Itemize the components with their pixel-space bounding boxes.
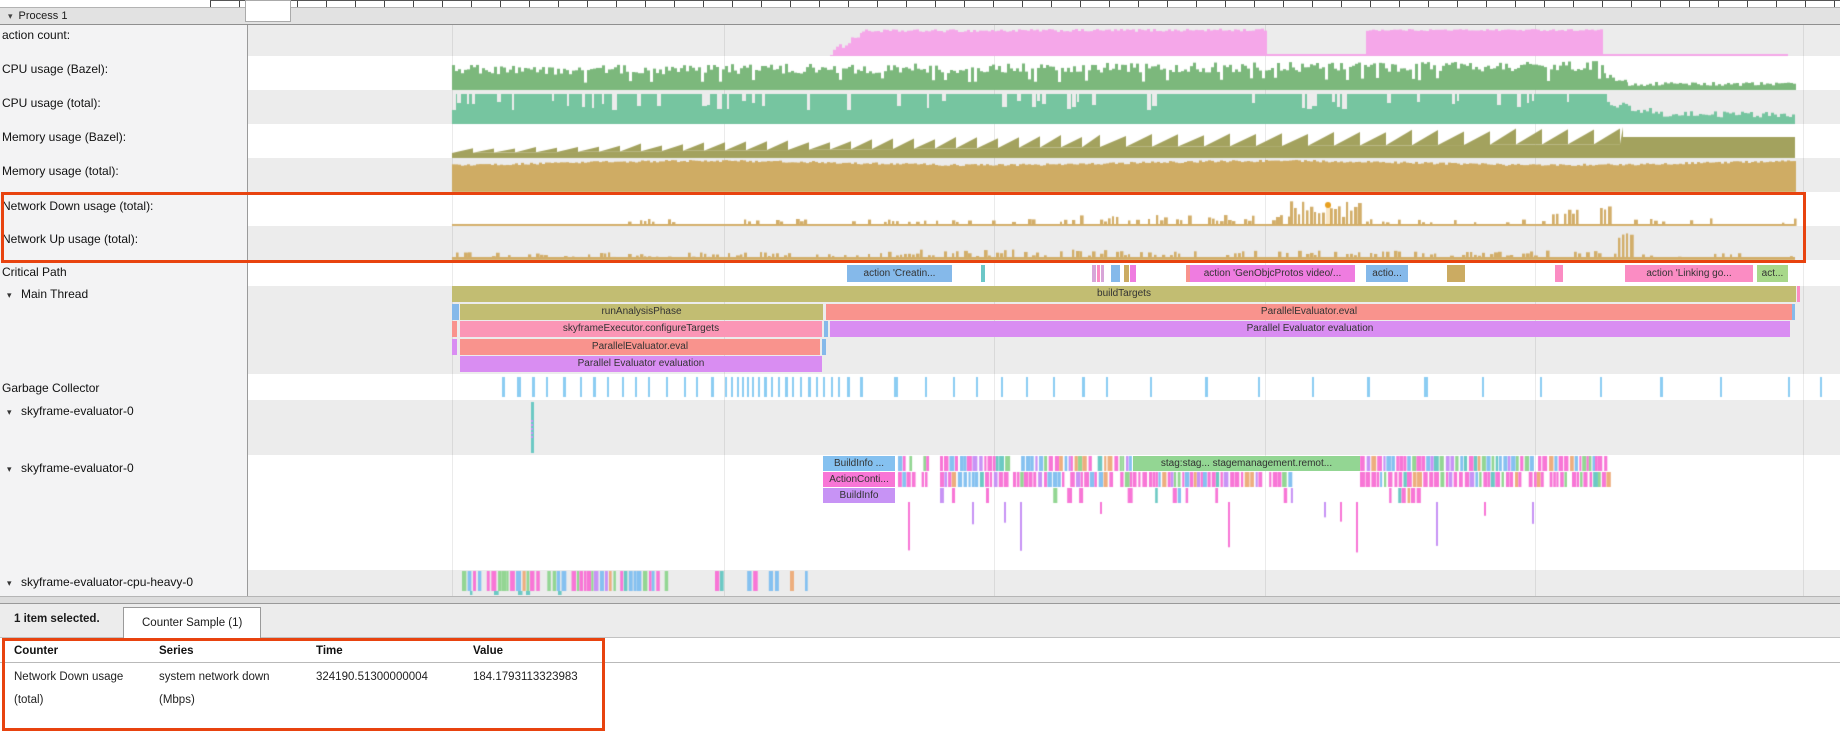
critical-path-block[interactable]: act... [1757, 265, 1788, 282]
track-label-text: Memory usage (total): [2, 164, 119, 178]
critical-path-block[interactable] [1447, 265, 1465, 282]
charts-canvas[interactable] [0, 0, 1840, 742]
flame-slice[interactable]: Parallel Evaluator evaluation [830, 321, 1790, 337]
collapse-arrow-icon[interactable]: ▾ [7, 578, 21, 589]
ruler-corner-box [245, 0, 291, 22]
track-label-cpu-bazel[interactable]: CPU usage (Bazel): [2, 62, 108, 76]
critical-path-block[interactable] [1130, 265, 1136, 282]
flame-slice[interactable]: skyframeExecutor.configureTargets [460, 321, 822, 337]
critical-path-block[interactable]: actio... [1366, 265, 1408, 282]
track-labels-pane: action count: CPU usage (Bazel): CPU usage… [0, 25, 248, 596]
track-label-text: skyframe-evaluator-cpu-heavy-0 [21, 575, 193, 589]
flame-slice[interactable]: ParallelEvaluator.eval [460, 339, 820, 355]
track-label-action-count[interactable]: action count: [2, 28, 70, 42]
flame-slice[interactable] [452, 321, 457, 337]
critical-path-block[interactable]: action 'Linking go... [1625, 265, 1753, 282]
flame-slice[interactable]: buildTargets [452, 286, 1796, 302]
flame-slice[interactable]: Parallel Evaluator evaluation [460, 356, 822, 372]
track-label-text: CPU usage (Bazel): [2, 62, 108, 76]
track-label-mem-total[interactable]: Memory usage (total): [2, 164, 119, 178]
track-label-text: Garbage Collector [2, 381, 99, 395]
skyframe-slice[interactable]: stag:stag... stagemanagement.remot... [1133, 456, 1360, 471]
flame-slice[interactable] [452, 304, 459, 320]
track-label-text: skyframe-evaluator-0 [21, 461, 134, 475]
flame-slice[interactable]: runAnalysisPhase [460, 304, 823, 320]
track-label-text: CPU usage (total): [2, 96, 101, 110]
track-label-garbage-collector[interactable]: Garbage Collector [2, 381, 99, 395]
flame-slice[interactable] [1792, 304, 1795, 320]
track-label-skyframe-evaluator-0b[interactable]: ▾skyframe-evaluator-0 [2, 461, 134, 475]
flame-slice[interactable] [1797, 286, 1800, 302]
track-label-mem-bazel[interactable]: Memory usage (Bazel): [2, 130, 126, 144]
track-label-text: Main Thread [21, 287, 88, 301]
timeline-footer-divider [0, 596, 1840, 604]
flame-slice[interactable] [822, 339, 826, 355]
critical-path-block[interactable] [1092, 265, 1096, 282]
track-label-text: Memory usage (Bazel): [2, 130, 126, 144]
critical-path-block[interactable] [981, 265, 985, 282]
highlight-box-table [2, 638, 605, 731]
critical-path-block[interactable] [1097, 265, 1100, 282]
trace-viewer: ▾Process 1 action count:CPU usage (Bazel… [0, 0, 1840, 742]
critical-path-block[interactable] [1555, 265, 1563, 282]
track-label-cpu-total[interactable]: CPU usage (total): [2, 96, 101, 110]
flame-slice[interactable] [824, 321, 828, 337]
flame-slice[interactable]: ParallelEvaluator.eval [826, 304, 1792, 320]
track-label-text: Critical Path [2, 265, 67, 279]
track-label-critical-path[interactable]: Critical Path [2, 265, 67, 279]
critical-path-block[interactable] [1124, 265, 1129, 282]
track-label-skyframe-evaluator-0a[interactable]: ▾skyframe-evaluator-0 [2, 404, 134, 418]
highlight-box-network-rows [1, 192, 1806, 263]
track-label-text: action count: [2, 28, 70, 42]
critical-path-block[interactable] [1101, 265, 1104, 282]
skyframe-slice[interactable]: BuildInfo ... [823, 456, 895, 471]
critical-path-block[interactable]: action 'GenObjcProtos video/... [1190, 265, 1355, 282]
flame-slice[interactable] [452, 339, 457, 355]
critical-path-block[interactable]: action 'Creatin... [847, 265, 952, 282]
track-label-skyframe-evaluator-cpu-heavy-0[interactable]: ▾skyframe-evaluator-cpu-heavy-0 [2, 575, 193, 589]
collapse-arrow-icon[interactable]: ▾ [7, 407, 21, 418]
skyframe-slice[interactable]: BuildInfo [823, 488, 895, 503]
track-label-main-thread[interactable]: ▾Main Thread [2, 287, 88, 301]
track-label-text: skyframe-evaluator-0 [21, 404, 134, 418]
critical-path-block[interactable] [1111, 265, 1120, 282]
collapse-arrow-icon[interactable]: ▾ [7, 464, 21, 475]
skyframe-slice[interactable]: ActionConti... [823, 472, 895, 487]
collapse-arrow-icon[interactable]: ▾ [7, 290, 21, 301]
